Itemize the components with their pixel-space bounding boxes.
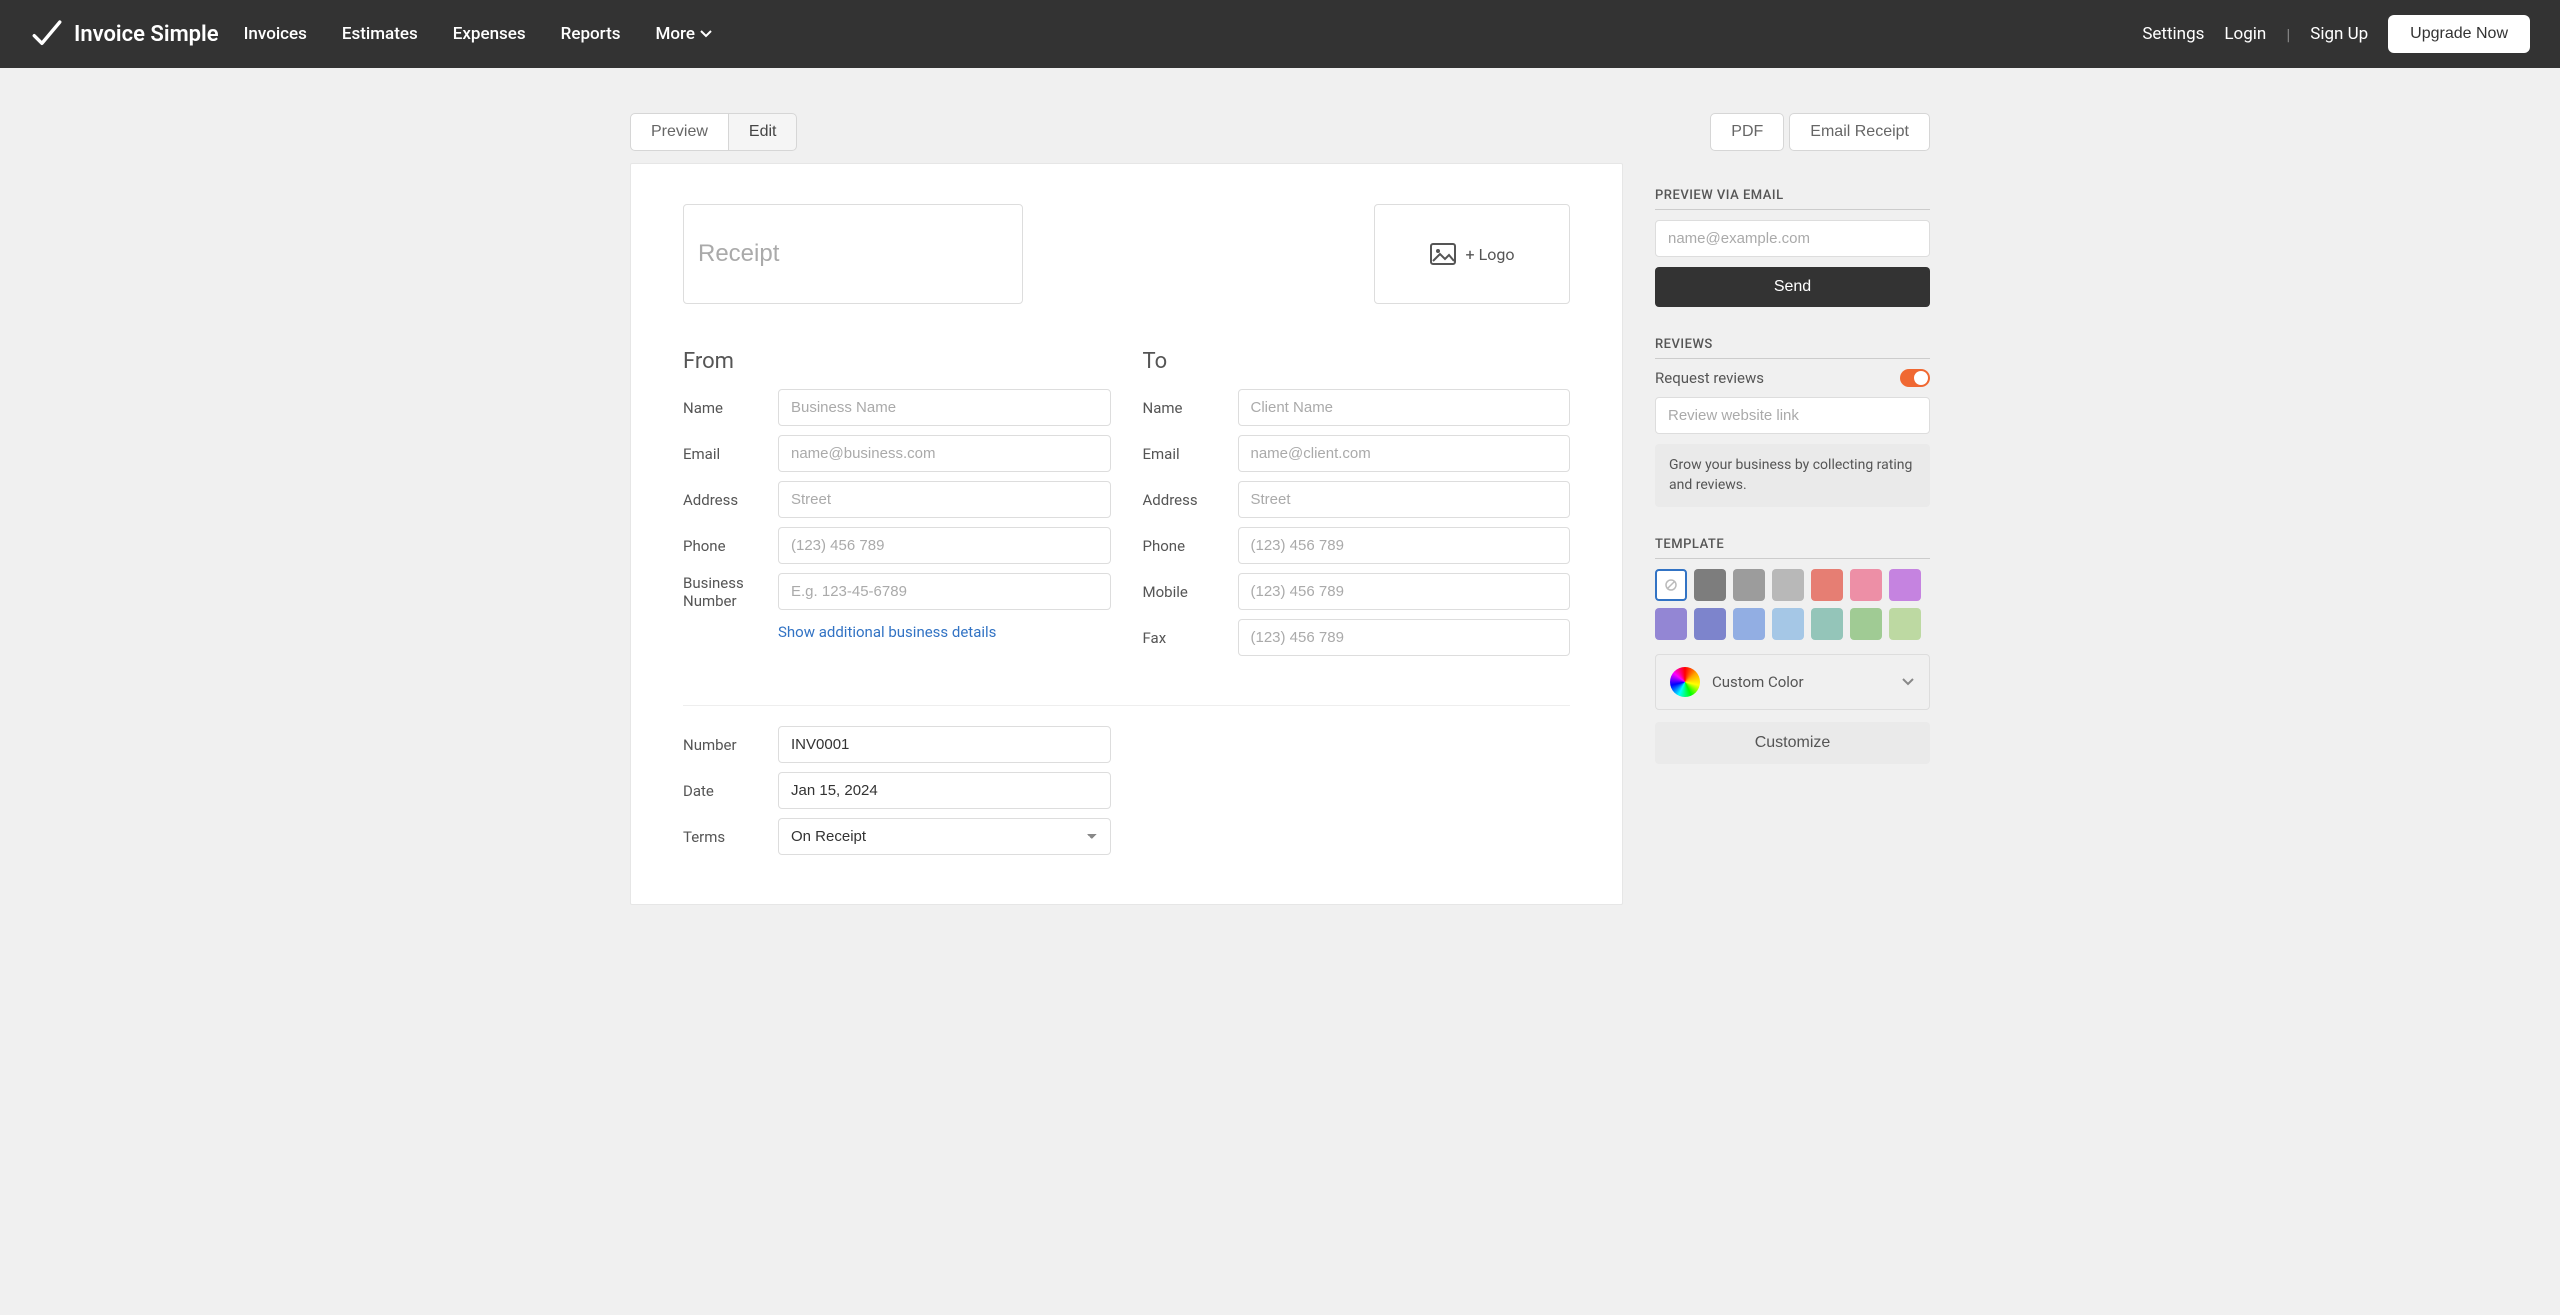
template-heading: TEMPLATE xyxy=(1655,537,1930,559)
checkmark-icon xyxy=(30,17,64,51)
color-swatch-12[interactable] xyxy=(1850,608,1882,640)
to-address-input[interactable] xyxy=(1238,481,1571,518)
to-phone-label: Phone xyxy=(1143,537,1238,555)
nav-expenses[interactable]: Expenses xyxy=(453,24,526,44)
preview-email-heading: PREVIEW VIA EMAIL xyxy=(1655,188,1930,210)
color-swatch-11[interactable] xyxy=(1811,608,1843,640)
add-logo-button[interactable]: + Logo xyxy=(1374,204,1570,304)
color-swatch-13[interactable] xyxy=(1889,608,1921,640)
date-input[interactable] xyxy=(778,772,1111,809)
brand-name: Invoice Simple xyxy=(74,22,219,47)
from-businessnum-label: Business Number xyxy=(683,574,778,610)
terms-select[interactable]: On Receipt xyxy=(778,818,1111,855)
from-address-label: Address xyxy=(683,491,778,509)
preview-email-input[interactable] xyxy=(1655,220,1930,257)
to-heading: To xyxy=(1143,349,1571,374)
to-name-input[interactable] xyxy=(1238,389,1571,426)
to-fax-input[interactable] xyxy=(1238,619,1571,656)
color-swatch-0[interactable] xyxy=(1655,569,1687,601)
nav-login[interactable]: Login xyxy=(2224,24,2266,44)
from-phone-input[interactable] xyxy=(778,527,1111,564)
nav-more[interactable]: More xyxy=(655,24,711,44)
color-swatch-1[interactable] xyxy=(1694,569,1726,601)
from-name-input[interactable] xyxy=(778,389,1111,426)
from-name-label: Name xyxy=(683,399,778,417)
receipt-editor: + Logo From Name Email Address Phone Bus… xyxy=(630,163,1623,905)
from-businessnum-input[interactable] xyxy=(778,573,1111,610)
to-fax-label: Fax xyxy=(1143,629,1238,647)
color-swatch-3[interactable] xyxy=(1772,569,1804,601)
customize-button[interactable]: Customize xyxy=(1655,722,1930,764)
reviews-info: Grow your business by collecting rating … xyxy=(1655,444,1930,507)
nav-estimates[interactable]: Estimates xyxy=(342,24,418,44)
color-swatch-6[interactable] xyxy=(1889,569,1921,601)
from-heading: From xyxy=(683,349,1111,374)
color-swatch-8[interactable] xyxy=(1694,608,1726,640)
chevron-down-icon xyxy=(700,30,712,38)
reviews-heading: REVIEWS xyxy=(1655,337,1930,359)
tab-email-receipt[interactable]: Email Receipt xyxy=(1789,113,1930,151)
color-swatch-9[interactable] xyxy=(1733,608,1765,640)
color-swatch-2[interactable] xyxy=(1733,569,1765,601)
section-divider xyxy=(683,705,1570,706)
color-swatch-10[interactable] xyxy=(1772,608,1804,640)
from-email-label: Email xyxy=(683,445,778,463)
tab-edit[interactable]: Edit xyxy=(729,113,798,151)
brand-logo[interactable]: Invoice Simple xyxy=(30,17,219,51)
chevron-down-icon xyxy=(1901,677,1915,687)
from-email-input[interactable] xyxy=(778,435,1111,472)
review-link-input[interactable] xyxy=(1655,397,1930,434)
date-label: Date xyxy=(683,782,778,800)
upgrade-button[interactable]: Upgrade Now xyxy=(2388,15,2530,53)
nav-separator: | xyxy=(2286,25,2290,44)
send-button[interactable]: Send xyxy=(1655,267,1930,307)
nav-signup[interactable]: Sign Up xyxy=(2310,24,2368,44)
to-phone-input[interactable] xyxy=(1238,527,1571,564)
number-label: Number xyxy=(683,736,778,754)
to-email-label: Email xyxy=(1143,445,1238,463)
doc-title-input[interactable] xyxy=(683,204,1023,304)
color-swatch-4[interactable] xyxy=(1811,569,1843,601)
tab-pdf[interactable]: PDF xyxy=(1710,113,1784,151)
to-address-label: Address xyxy=(1143,491,1238,509)
to-mobile-label: Mobile xyxy=(1143,583,1238,601)
nav-invoices[interactable]: Invoices xyxy=(244,24,307,44)
from-phone-label: Phone xyxy=(683,537,778,555)
custom-color-button[interactable]: Custom Color xyxy=(1655,654,1930,710)
from-address-input[interactable] xyxy=(778,481,1111,518)
show-additional-details-link[interactable]: Show additional business details xyxy=(778,623,996,641)
number-input[interactable] xyxy=(778,726,1111,763)
color-swatch-7[interactable] xyxy=(1655,608,1687,640)
to-name-label: Name xyxy=(1143,399,1238,417)
tab-preview[interactable]: Preview xyxy=(630,113,729,151)
image-icon xyxy=(1430,243,1456,265)
color-swatch-5[interactable] xyxy=(1850,569,1882,601)
color-wheel-icon xyxy=(1670,667,1700,697)
nav-reports[interactable]: Reports xyxy=(561,24,621,44)
terms-label: Terms xyxy=(683,828,778,846)
nav-settings[interactable]: Settings xyxy=(2142,24,2204,44)
to-mobile-input[interactable] xyxy=(1238,573,1571,610)
request-reviews-toggle[interactable] xyxy=(1900,369,1930,387)
request-reviews-label: Request reviews xyxy=(1655,369,1764,387)
to-email-input[interactable] xyxy=(1238,435,1571,472)
